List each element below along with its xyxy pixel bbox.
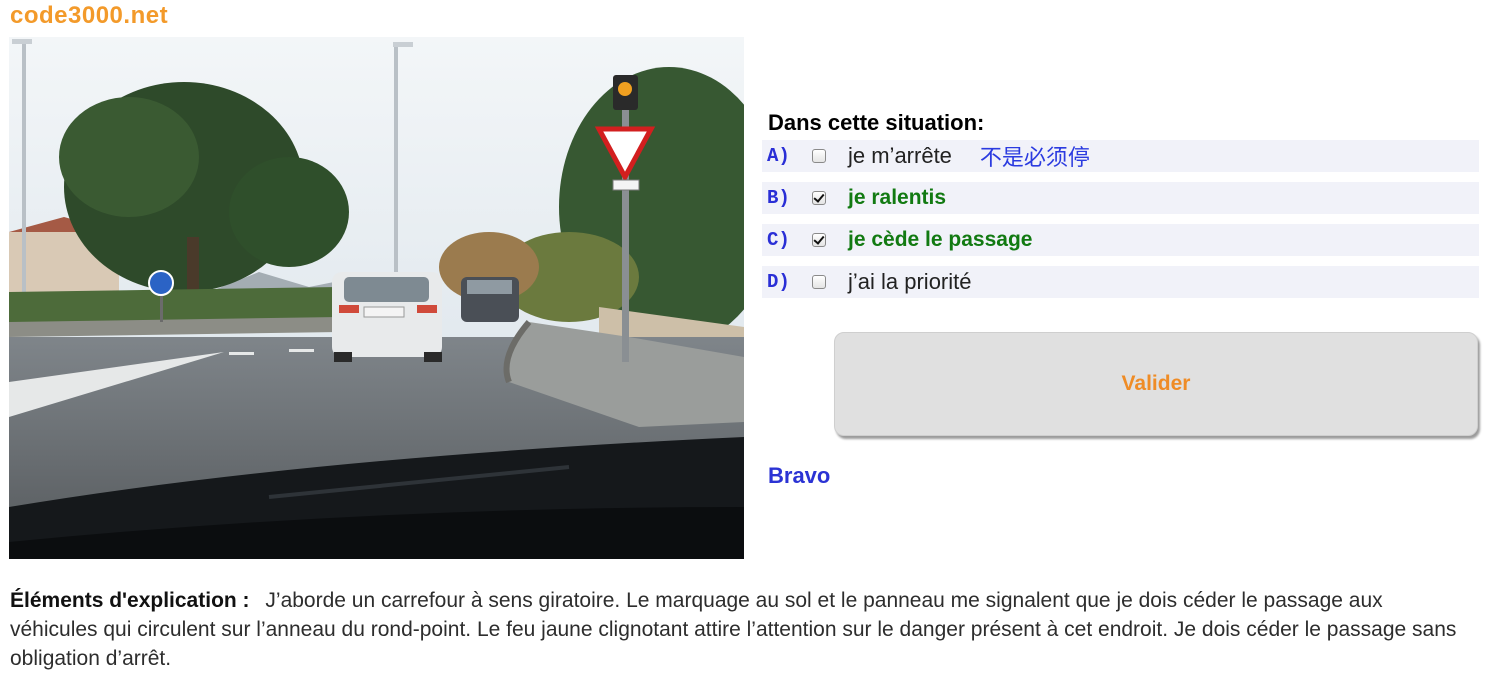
- result-message: Bravo: [768, 463, 831, 488]
- answer-letter: A): [767, 145, 790, 167]
- answer-a-checkbox[interactable]: [812, 149, 826, 163]
- answer-option-a[interactable]: A) je m’arrête 不是必须停: [762, 140, 1479, 172]
- answer-b-text: je ralentis: [848, 186, 947, 209]
- answer-c-text: je cède le passage: [848, 228, 1033, 251]
- explanation-block: Éléments d'explication : J’aborde un car…: [10, 586, 1475, 673]
- answer-c-checkbox[interactable]: [812, 233, 826, 247]
- question-prompt: Dans cette situation:: [768, 110, 985, 135]
- validate-button[interactable]: Valider: [834, 332, 1478, 436]
- answer-letter: C): [767, 229, 790, 251]
- answer-option-b[interactable]: B) je ralentis: [762, 182, 1479, 214]
- answer-a-hint: 不是必须停: [979, 146, 1090, 171]
- answer-letter: B): [767, 187, 790, 209]
- site-logo: code3000.net: [10, 2, 169, 29]
- answer-d-text: j’ai la priorité: [848, 269, 972, 294]
- answer-option-c[interactable]: C) je cède le passage: [762, 224, 1479, 256]
- answer-a-text: je m’arrête: [848, 143, 952, 168]
- situation-photo: [9, 37, 744, 559]
- answer-b-checkbox[interactable]: [812, 191, 826, 205]
- explanation-heading: Éléments d'explication :: [10, 589, 250, 612]
- answer-d-checkbox[interactable]: [812, 275, 826, 289]
- answer-option-d[interactable]: D) j’ai la priorité: [762, 266, 1479, 298]
- answer-letter: D): [767, 271, 790, 293]
